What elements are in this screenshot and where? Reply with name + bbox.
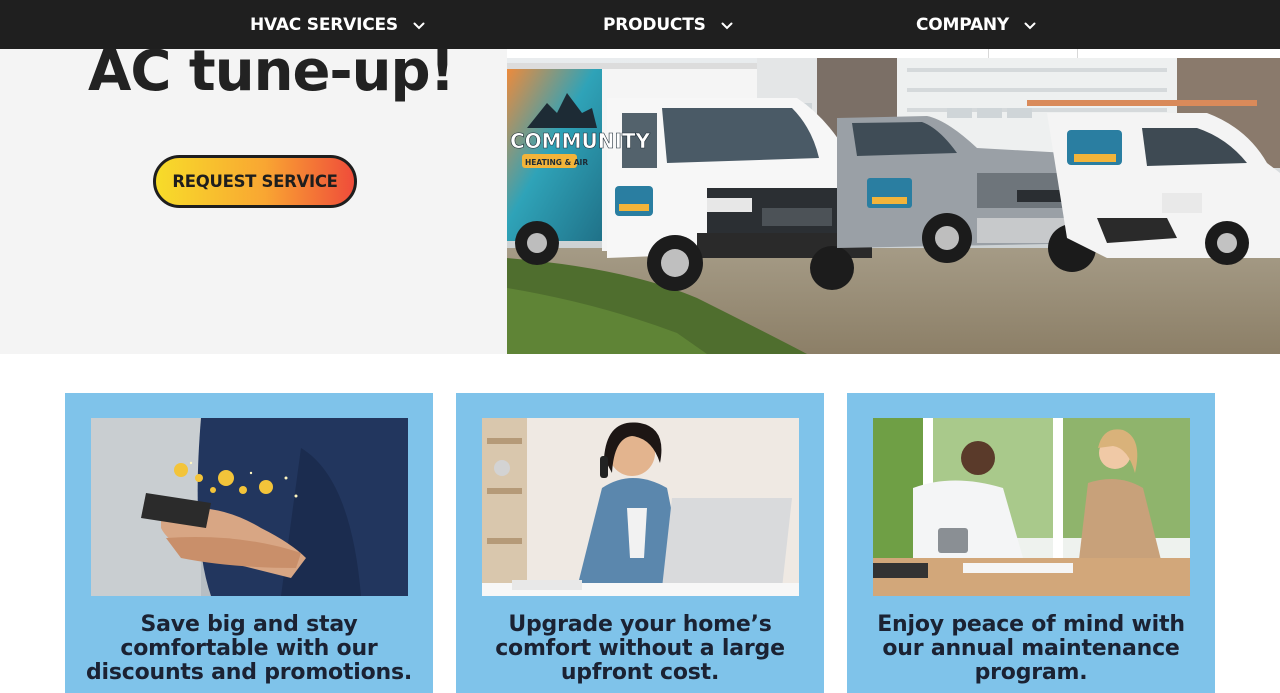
divider [1077,49,1078,58]
nav-item-label: PRODUCTS [603,14,706,35]
truck-logo-text: COMMUNITY [510,129,651,153]
truck-logo-subtext: HEATING & AIR [525,158,588,167]
card-image-technician-homeowner [873,418,1190,596]
nav-item-company[interactable]: COMPANY [916,0,1037,49]
nav-item-label: HVAC SERVICES [250,14,398,35]
card-image-phone-coins [91,418,408,596]
top-navigation-bar: HVAC SERVICES PRODUCTS COMPANY [0,0,1280,49]
nav-item-hvac-services[interactable]: HVAC SERVICES [250,0,426,49]
hero-fleet-photo: COMMUNITY HEATING & AIR [507,58,1280,354]
hero-title: AC tune-up! [88,49,455,104]
chevron-down-icon[interactable] [720,19,734,33]
nav-item-label: COMPANY [916,14,1010,35]
promo-card-maintenance[interactable]: Enjoy peace of mind with our annual main… [847,393,1215,693]
divider [988,49,989,58]
request-service-button[interactable]: REQUEST SERVICE [153,155,357,208]
chevron-down-icon[interactable] [412,19,426,33]
card-text: Upgrade your home’s comfort without a la… [495,612,785,685]
chevron-down-icon[interactable] [1023,19,1037,33]
promo-card-discounts[interactable]: Save big and stay comfortable with our d… [65,393,433,693]
promo-card-financing[interactable]: Upgrade your home’s comfort without a la… [456,393,824,693]
card-text: Save big and stay comfortable with our d… [85,612,413,685]
card-text: Enjoy peace of mind with our annual main… [877,612,1185,685]
nav-item-products[interactable]: PRODUCTS [603,0,734,49]
card-image-woman-laptop [482,418,799,596]
hero-text-panel: AC tune-up! REQUEST SERVICE [0,49,507,354]
